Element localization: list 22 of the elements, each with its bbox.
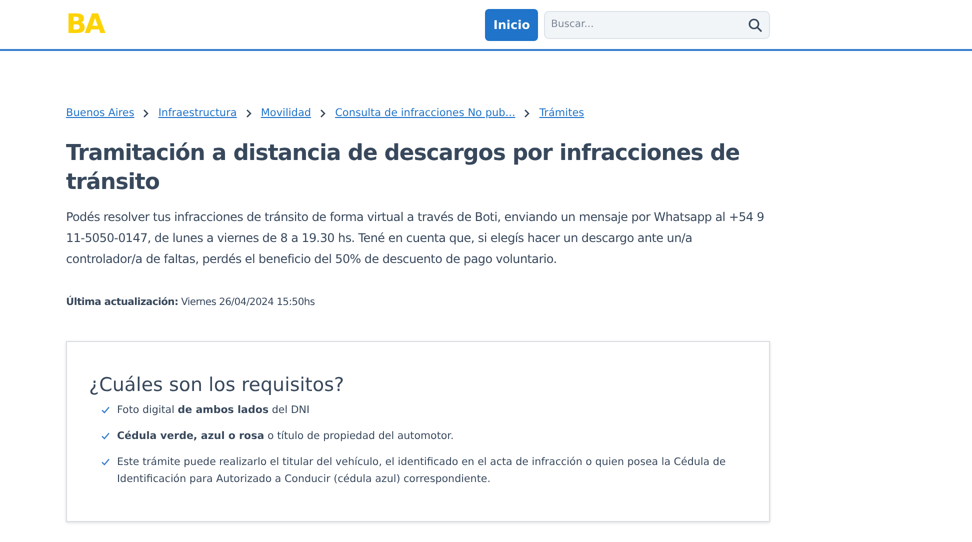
requirement-text: Foto digital de ambos lados del DNI xyxy=(117,403,310,418)
check-icon xyxy=(101,432,110,440)
page-title: Tramitación a distancia de descargos por infracciones de tránsito xyxy=(66,140,741,197)
requirement-text: Este trámite puede realizarlo el titular del vehículo, el identificado en el acta de infracción o quien posea la Cédula de Identificación para Autorizado a Conducir (cédula azul) correspondiente. xyxy=(117,455,727,487)
check-icon xyxy=(101,458,110,466)
intro-paragraph: Podés resolver tus infracciones de tránsito de forma virtual a través de Boti, enviando un mensaje por Whatsapp al +54 9 11-5050-0147, de lunes a viernes de 8 a 19.30 hs. Tené en cuenta que, si elegís hacer un descargo ante un/a controlador/a de faltas, perdés el beneficio del 50% de descuento de pago voluntario. xyxy=(66,209,766,268)
last-update: Última actualización: Viernes 26/04/2024 15:50hs xyxy=(66,294,316,310)
chevron-icon xyxy=(246,108,252,118)
card-title: ¿Cuáles son los requisitos? xyxy=(89,374,346,396)
check-icon xyxy=(101,406,110,414)
search-field[interactable]: Buscar... xyxy=(544,10,770,38)
breadcrumb-link[interactable]: Trámites xyxy=(539,107,584,119)
chevron-icon xyxy=(320,108,326,118)
requirement-text: Cédula verde, azul o rosa o título de propiedad del automotor. xyxy=(117,429,454,444)
chevron-icon xyxy=(143,108,150,118)
home-button[interactable]: Inicio xyxy=(485,8,538,40)
breadcrumb-link[interactable]: Movilidad xyxy=(260,107,312,119)
breadcrumb-link[interactable]: Infraestructura xyxy=(158,107,237,119)
breadcrumb-link[interactable]: Buenos Aires xyxy=(66,107,134,119)
search-icon[interactable] xyxy=(748,18,762,32)
chevron-icon xyxy=(524,108,530,118)
breadcrumb-link[interactable]: Consulta de infracciones No pub... xyxy=(335,107,516,119)
